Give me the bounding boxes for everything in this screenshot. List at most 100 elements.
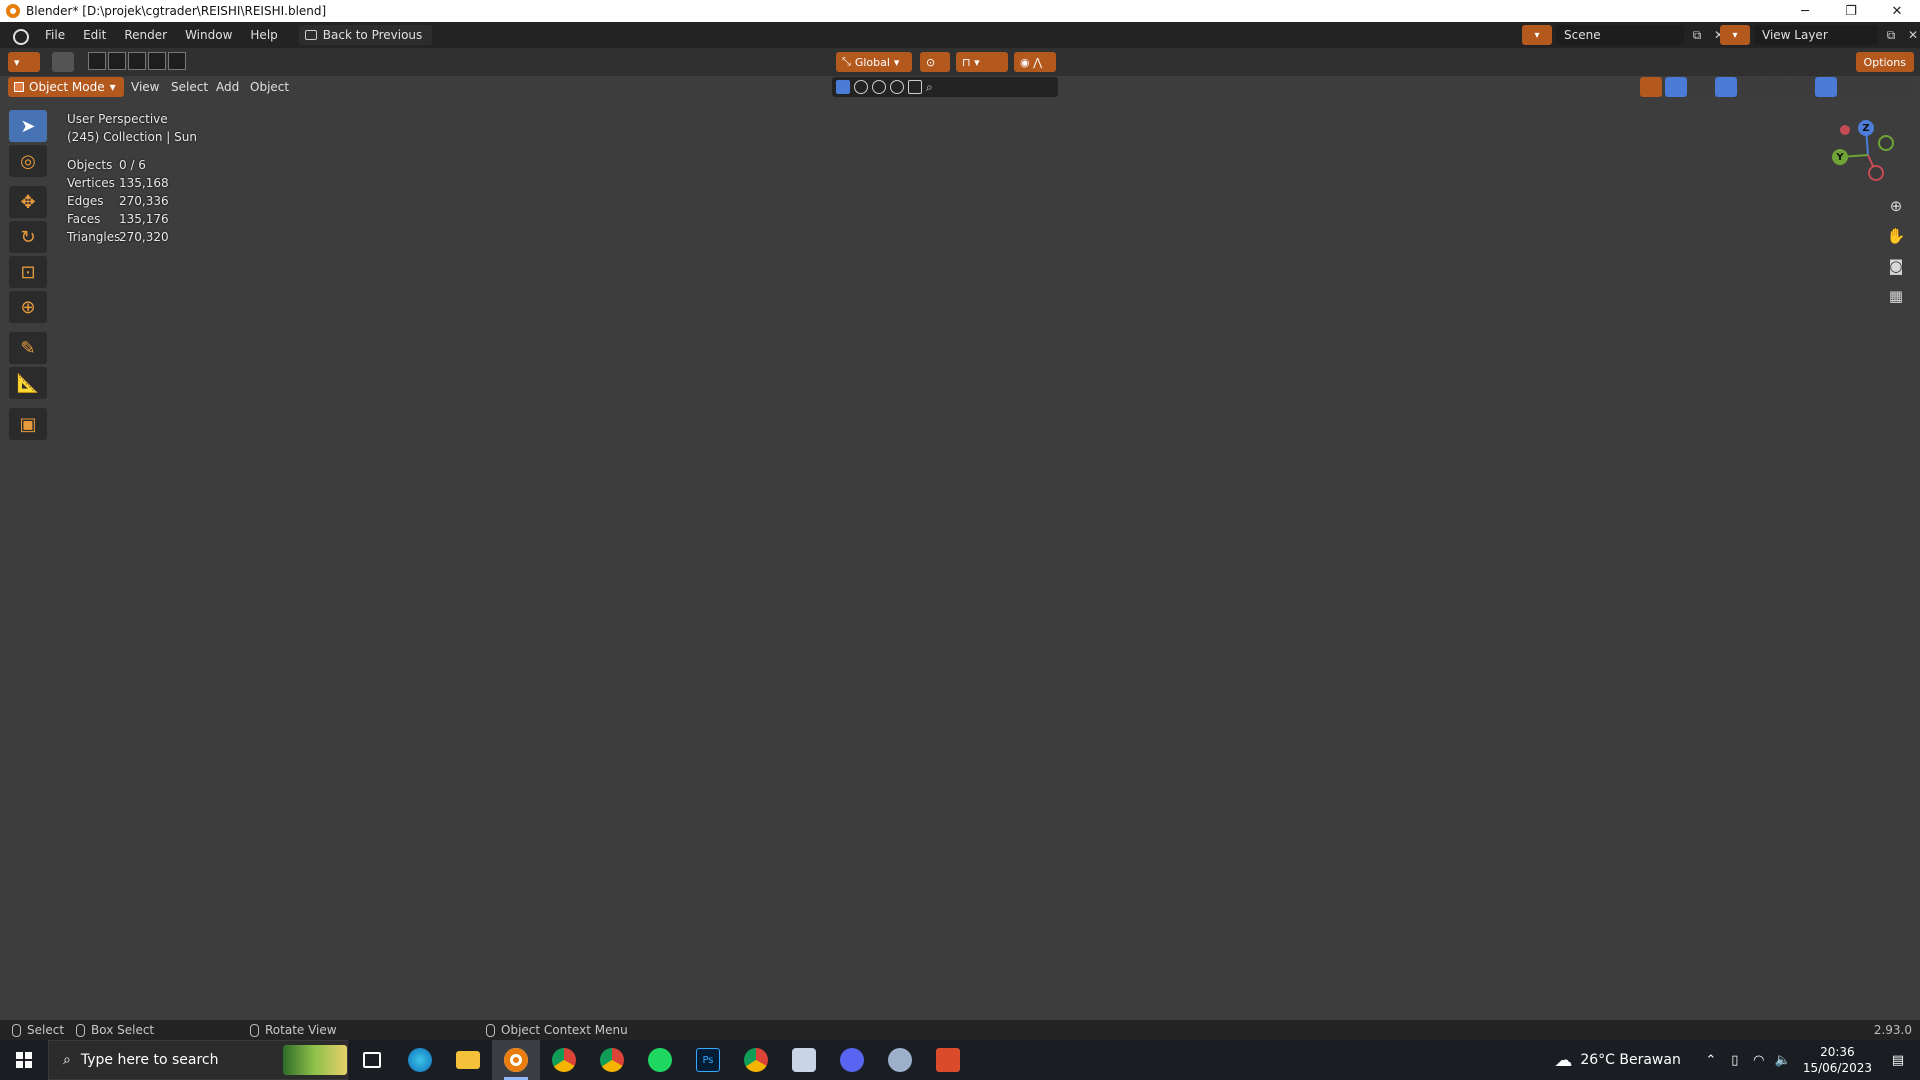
light-filter-icon[interactable]	[872, 80, 886, 94]
calendar-app-icon[interactable]	[924, 1040, 972, 1080]
blender-app-icon	[6, 4, 20, 18]
material-filter-icon[interactable]	[854, 80, 868, 94]
select-extend-icon[interactable]	[108, 52, 126, 70]
move-tool[interactable]: ✥	[9, 186, 47, 218]
scale-tool[interactable]: ⊡	[9, 256, 47, 288]
blender-taskbar-icon[interactable]	[492, 1040, 540, 1080]
discord-icon[interactable]	[828, 1040, 876, 1080]
annotate-tool[interactable]: ✎	[9, 332, 47, 364]
cursor-tool[interactable]: ◎	[9, 145, 47, 177]
measure-tool[interactable]: 📐	[9, 367, 47, 399]
new-scene-icon[interactable]: ⧉	[1688, 26, 1706, 44]
z-axis-ball[interactable]: Z	[1858, 120, 1874, 136]
file-explorer-icon[interactable]	[444, 1040, 492, 1080]
select-subtract-icon[interactable]	[128, 52, 146, 70]
volume-icon[interactable]: 🔈	[1771, 1053, 1795, 1068]
chrome-profile-icon[interactable]	[588, 1040, 636, 1080]
mushroom-middle-cap	[597, 516, 1269, 866]
menu-view[interactable]: View	[131, 80, 159, 94]
mail-app-icon[interactable]	[780, 1040, 828, 1080]
chrome-icon[interactable]	[540, 1040, 588, 1080]
select-box-tool[interactable]: ➤	[9, 110, 47, 142]
editor-type-icon[interactable]: ▾	[8, 52, 40, 72]
scene-name-field[interactable]: Scene	[1556, 25, 1684, 45]
menu-render[interactable]: Render	[115, 28, 176, 42]
menu-window[interactable]: Window	[176, 28, 241, 42]
menu-select[interactable]: Select	[171, 80, 208, 94]
status-box-select-hint: Box Select	[76, 1023, 154, 1037]
add-cube-tool[interactable]: ▣	[9, 408, 47, 440]
pivot-point-dropdown[interactable]: ⊙	[920, 52, 950, 72]
visibility-icon[interactable]	[1640, 77, 1662, 97]
shading-dropdown-icon[interactable]	[1890, 77, 1912, 97]
game-app-icon[interactable]	[876, 1040, 924, 1080]
solid-shading-icon[interactable]	[1815, 77, 1837, 97]
empty-filter-icon[interactable]	[908, 80, 922, 94]
xray-toggle-icon[interactable]	[1765, 77, 1787, 97]
taskbar-clock[interactable]: 20:36 15/06/2023	[1803, 1044, 1872, 1076]
blender-logo-icon[interactable]	[10, 27, 30, 45]
photoshop-icon[interactable]: Ps	[684, 1040, 732, 1080]
task-view-icon[interactable]	[348, 1040, 396, 1080]
wifi-icon[interactable]: ◠	[1747, 1053, 1771, 1068]
gizmo-toggle-icon[interactable]	[1665, 77, 1687, 97]
active-tool-icon[interactable]	[52, 52, 74, 72]
select-invert-icon[interactable]	[148, 52, 166, 70]
weather-widget[interactable]: ☁ 26°C Berawan	[1554, 1050, 1681, 1071]
transform-tool[interactable]: ⊕	[9, 291, 47, 323]
notification-icon[interactable]: ▤	[1886, 1053, 1910, 1068]
menu-add[interactable]: Add	[216, 80, 239, 94]
close-button[interactable]: ✕	[1874, 0, 1920, 22]
perspective-toggle-icon[interactable]: ▦	[1884, 284, 1908, 308]
proportional-edit-toggle[interactable]: ◉ ⋀	[1014, 52, 1056, 72]
chevron-up-icon[interactable]: ⌃	[1699, 1053, 1723, 1068]
select-new-icon[interactable]	[88, 52, 106, 70]
view-layer-browse-icon[interactable]: ▾	[1720, 25, 1750, 45]
back-to-previous-label: Back to Previous	[322, 28, 423, 42]
menu-file[interactable]: File	[36, 28, 74, 42]
material-shading-icon[interactable]	[1840, 77, 1862, 97]
delete-view-layer-icon[interactable]: ✕	[1904, 26, 1920, 44]
navigation-gizmo[interactable]: Z Y	[1820, 115, 1910, 195]
select-intersect-icon[interactable]	[168, 52, 186, 70]
wireframe-shading-icon[interactable]	[1790, 77, 1812, 97]
options-dropdown[interactable]: Options	[1855, 52, 1914, 72]
camera-view-icon[interactable]: ◙	[1884, 254, 1908, 278]
overlay-toggle-icon[interactable]	[1715, 77, 1737, 97]
gizmo-dropdown-icon[interactable]	[1690, 77, 1712, 97]
chrome-app-icon[interactable]	[732, 1040, 780, 1080]
search-icon[interactable]: ⌕	[926, 80, 933, 95]
y-axis-ball[interactable]: Y	[1832, 149, 1848, 165]
x-axis-ball[interactable]	[1840, 125, 1850, 135]
transform-orientation-dropdown[interactable]: ⤡ Global ▾	[836, 52, 912, 72]
3d-viewport[interactable]	[0, 48, 1920, 1020]
rendered-shading-icon[interactable]	[1865, 77, 1887, 97]
menu-object[interactable]: Object	[250, 80, 289, 94]
window-titlebar: Blender* [D:\projek\cgtrader\REISHI\REIS…	[0, 0, 1920, 22]
overlay-dropdown-icon[interactable]	[1740, 77, 1762, 97]
menu-help[interactable]: Help	[241, 28, 286, 42]
restore-button[interactable]: ❐	[1828, 0, 1874, 22]
spotify-icon[interactable]	[636, 1040, 684, 1080]
device-icon[interactable]: ▯	[1723, 1053, 1747, 1068]
view-layer-name-field[interactable]: View Layer	[1754, 25, 1878, 45]
drag-mouse-icon	[76, 1023, 85, 1037]
edge-browser-icon[interactable]	[396, 1040, 444, 1080]
mesh-filter-icon[interactable]	[836, 80, 850, 94]
new-view-layer-icon[interactable]: ⧉	[1882, 26, 1900, 44]
windows-start-icon[interactable]	[0, 1040, 48, 1080]
camera-filter-icon[interactable]	[890, 80, 904, 94]
taskbar-search-box[interactable]: ⌕ Type here to search	[48, 1040, 348, 1080]
rotate-tool[interactable]: ↻	[9, 221, 47, 253]
snap-toggle[interactable]: ⊓ ▾	[956, 52, 1008, 72]
neg-y-axis-ball[interactable]	[1878, 135, 1894, 151]
minimize-button[interactable]: ─	[1782, 0, 1828, 22]
menu-edit[interactable]: Edit	[74, 28, 115, 42]
back-to-previous-button[interactable]: Back to Previous	[298, 25, 433, 45]
scene-browse-icon[interactable]: ▾	[1522, 25, 1552, 45]
neg-x-axis-ball[interactable]	[1868, 165, 1884, 181]
object-mode-dropdown[interactable]: Object Mode ▾	[8, 77, 124, 97]
zoom-icon[interactable]: ⊕	[1884, 194, 1908, 218]
left-mouse-icon	[12, 1023, 21, 1037]
pan-hand-icon[interactable]: ✋	[1884, 224, 1908, 248]
